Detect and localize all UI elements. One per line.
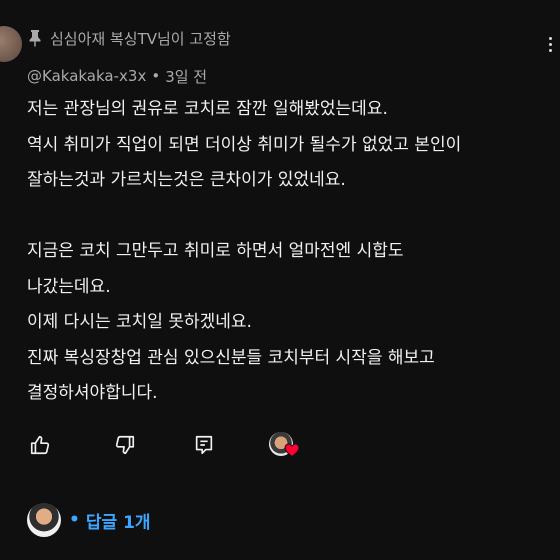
comment-line: 이제 다시는 코치일 못하겠네요. (27, 312, 252, 332)
more-dot (548, 48, 552, 52)
pinned-indicator: 심심아재 복싱TV님이 고정함 (28, 26, 231, 50)
dislike-button[interactable] (112, 432, 138, 458)
meta-separator: • (151, 67, 161, 85)
comment-line: 잘하는것과 가르치는것은 큰차이가 있었네요. (27, 170, 346, 190)
thumbs-down-icon (115, 435, 135, 455)
comment-line: 저는 관장님의 권유로 코치로 잠깐 일해봤었는데요. (27, 99, 388, 119)
commenter-avatar[interactable] (0, 26, 22, 62)
pin-icon (29, 30, 41, 47)
reply-button[interactable] (191, 432, 217, 458)
comment-time[interactable]: 3일 전 (165, 66, 207, 87)
like-button[interactable] (27, 432, 53, 458)
more-options-button[interactable] (540, 32, 560, 56)
comment-actions (27, 430, 301, 460)
more-dot (548, 42, 552, 46)
replies-bullet: • (69, 510, 80, 530)
reply-icon (195, 435, 213, 455)
comment-line (27, 199, 552, 235)
comment-meta: @Kakakaka-x3x • 3일 전 (27, 64, 207, 88)
creator-heart-icon (284, 443, 300, 458)
comment-text: 저는 관장님의 권유로 코치로 잠깐 일해봤었는데요. 역시 취미가 직업이 되… (27, 92, 552, 412)
pinned-text: 심심아재 복싱TV님이 고정함 (50, 29, 231, 48)
comment-line: 결정하셔야합니다. (27, 383, 158, 403)
thumbs-up-icon (30, 435, 50, 455)
reply-avatar (27, 503, 61, 537)
comment-line: 지금은 코치 그만두고 취미로 하면서 얼마전엔 시합도 (27, 241, 404, 261)
replies-count: 답글 1개 (85, 512, 151, 533)
replies-link[interactable]: • 답글 1개 (69, 508, 151, 533)
creator-heart (269, 430, 301, 460)
comment-line: 역시 취미가 직업이 되면 더이상 취미가 될수가 없었고 본인이 (27, 134, 462, 155)
more-dot (548, 36, 552, 40)
comment-author[interactable]: @Kakakaka-x3x (27, 67, 146, 85)
comment-line: 나갔는데요. (27, 276, 111, 297)
view-replies-button[interactable]: • 답글 1개 (27, 502, 151, 538)
comment-line: 진짜 복싱장창업 관심 있으신분들 코치부터 시작을 해보고 (27, 347, 435, 368)
